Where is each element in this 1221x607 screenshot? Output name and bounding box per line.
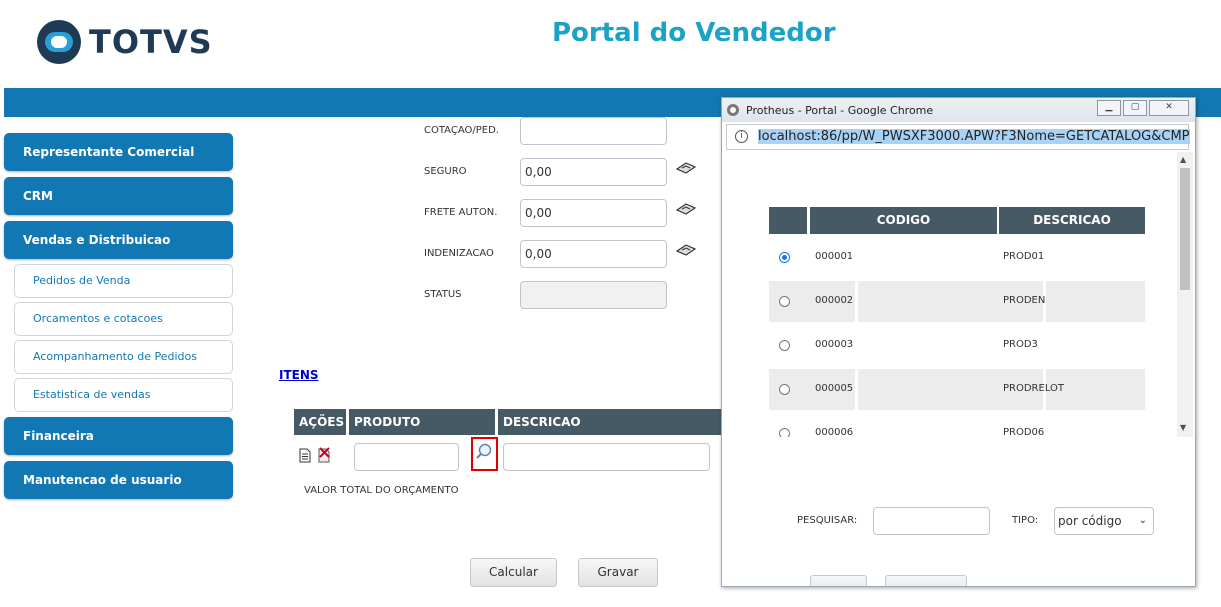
row-descricao: PROD06 bbox=[1003, 427, 1045, 437]
pesquisar-label: PESQUISAR: bbox=[797, 515, 858, 526]
row-codigo: 000001 bbox=[815, 251, 854, 262]
row-radio[interactable] bbox=[779, 428, 790, 437]
sidebar-item-crm[interactable]: CRM bbox=[4, 177, 233, 215]
column-header-select bbox=[769, 207, 807, 234]
logo-text: TOTVS bbox=[89, 23, 213, 61]
status-input bbox=[520, 281, 667, 309]
popup-titlebar[interactable]: Protheus - Portal - Google Chrome ▁ ▢ ✕ bbox=[722, 98, 1195, 122]
tipo-label: TIPO: bbox=[1012, 515, 1039, 526]
info-icon[interactable]: i bbox=[735, 130, 748, 143]
row-descricao: PRODEN bbox=[1003, 295, 1046, 306]
catalog-row[interactable]: 000001 PROD01 bbox=[769, 237, 1145, 278]
row-codigo: 000005 bbox=[815, 383, 854, 394]
row-descricao: PROD3 bbox=[1003, 339, 1038, 350]
popup-scrollbar[interactable]: ▲ ▼ bbox=[1177, 152, 1193, 437]
popup-title: Protheus - Portal - Google Chrome bbox=[746, 104, 934, 117]
catalog-popup-window: Protheus - Portal - Google Chrome ▁ ▢ ✕ … bbox=[721, 97, 1196, 587]
row-separator bbox=[855, 369, 858, 410]
column-header-descricao: DESCRICAO bbox=[498, 409, 721, 435]
catalog-row[interactable]: 000005 PRODRELOT bbox=[769, 369, 1145, 410]
frete-label: FRETE AUTON. bbox=[424, 207, 498, 218]
indenizacao-input[interactable]: 0,00 bbox=[520, 240, 667, 268]
column-header-produto: PRODUTO bbox=[349, 409, 495, 435]
cotacao-input[interactable] bbox=[520, 117, 667, 145]
url-text: localhost:86/pp/W_PWSXF3000.APW?F3Nome=G… bbox=[758, 129, 1190, 144]
popup-button-1[interactable] bbox=[810, 575, 867, 586]
tipo-select-value: por código bbox=[1058, 514, 1122, 528]
itens-link[interactable]: ITENS bbox=[279, 368, 319, 382]
catalog-row[interactable]: 000002 PRODEN bbox=[769, 281, 1145, 322]
row-radio[interactable] bbox=[779, 296, 790, 307]
cotacao-label: COTAÇAO/PED. bbox=[424, 125, 499, 136]
column-header-acoes: AÇÕES bbox=[294, 409, 346, 435]
row-descricao: PROD01 bbox=[1003, 251, 1045, 262]
row-descricao: PRODRELOT bbox=[1003, 383, 1065, 394]
column-header-descricao: DESCRICAO bbox=[999, 207, 1145, 234]
sidebar-item-manutencao-usuario[interactable]: Manutencao de usuario bbox=[4, 461, 233, 499]
seguro-input[interactable]: 0,00 bbox=[520, 158, 667, 186]
catalog-row[interactable]: 000003 PROD3 bbox=[769, 325, 1145, 366]
scroll-thumb[interactable] bbox=[1180, 168, 1190, 290]
scroll-down-icon[interactable]: ▼ bbox=[1180, 423, 1186, 432]
calcular-button[interactable]: Calcular bbox=[470, 558, 557, 587]
maximize-icon[interactable]: ▢ bbox=[1123, 100, 1147, 116]
row-codigo: 000002 bbox=[815, 295, 854, 306]
seguro-label: SEGURO bbox=[424, 166, 467, 177]
sidebar-subitem-orcamentos[interactable]: Orcamentos e cotacoes bbox=[14, 302, 233, 336]
descricao-input[interactable] bbox=[503, 443, 710, 471]
catalog-list-viewport: CODIGO DESCRICAO 000001 PROD01 000002 PR… bbox=[722, 152, 1177, 437]
row-radio[interactable] bbox=[779, 384, 790, 395]
sidebar-item-representante-comercial[interactable]: Representante Comercial bbox=[4, 133, 233, 171]
sidebar-subitem-pedidos-de-venda[interactable]: Pedidos de Venda bbox=[14, 264, 233, 298]
frete-input[interactable]: 0,00 bbox=[520, 199, 667, 227]
address-bar[interactable]: i localhost:86/pp/W_PWSXF3000.APW?F3Nome… bbox=[726, 124, 1190, 150]
page-title: Portal do Vendedor bbox=[552, 18, 836, 48]
sidebar-subitem-acompanhamento[interactable]: Acompanhamento de Pedidos bbox=[14, 340, 233, 374]
produto-input[interactable] bbox=[354, 443, 459, 471]
chrome-icon bbox=[727, 104, 739, 116]
tipo-select[interactable]: por código ⌄ bbox=[1054, 507, 1154, 535]
totvs-logo: TOTVS bbox=[37, 20, 213, 64]
row-separator bbox=[855, 281, 858, 322]
minimize-icon[interactable]: ▁ bbox=[1097, 100, 1121, 116]
indenizacao-label: INDENIZACAO bbox=[424, 248, 494, 259]
sidebar-item-vendas[interactable]: Vendas e Distribuicao bbox=[4, 221, 233, 259]
sidebar-item-financeira[interactable]: Financeira bbox=[4, 417, 233, 455]
column-header-codigo: CODIGO bbox=[810, 207, 997, 234]
row-radio[interactable] bbox=[779, 252, 790, 263]
scroll-up-icon[interactable]: ▲ bbox=[1180, 155, 1186, 164]
popup-button-2[interactable] bbox=[885, 575, 967, 586]
catalog-row[interactable]: 000006 PROD06 bbox=[769, 413, 1145, 437]
row-radio[interactable] bbox=[779, 340, 790, 351]
totvs-logo-icon bbox=[37, 20, 81, 64]
status-label: STATUS bbox=[424, 289, 462, 300]
pesquisar-input[interactable] bbox=[873, 507, 990, 535]
document-icon[interactable] bbox=[299, 448, 311, 463]
calculator-icon[interactable] bbox=[676, 244, 696, 256]
calculator-icon[interactable] bbox=[676, 162, 696, 174]
total-label: VALOR TOTAL DO ORÇAMENTO bbox=[304, 485, 459, 496]
delete-icon[interactable] bbox=[317, 446, 331, 463]
search-highlight bbox=[471, 437, 498, 471]
calculator-icon[interactable] bbox=[676, 203, 696, 215]
magnifier-icon[interactable] bbox=[476, 443, 492, 459]
sidebar-subitem-estatistica[interactable]: Estatistica de vendas bbox=[14, 378, 233, 412]
chevron-down-icon: ⌄ bbox=[1138, 515, 1147, 526]
row-codigo: 000003 bbox=[815, 339, 854, 350]
row-codigo: 000006 bbox=[815, 427, 854, 437]
gravar-button[interactable]: Gravar bbox=[578, 558, 658, 587]
close-icon[interactable]: ✕ bbox=[1149, 100, 1189, 116]
